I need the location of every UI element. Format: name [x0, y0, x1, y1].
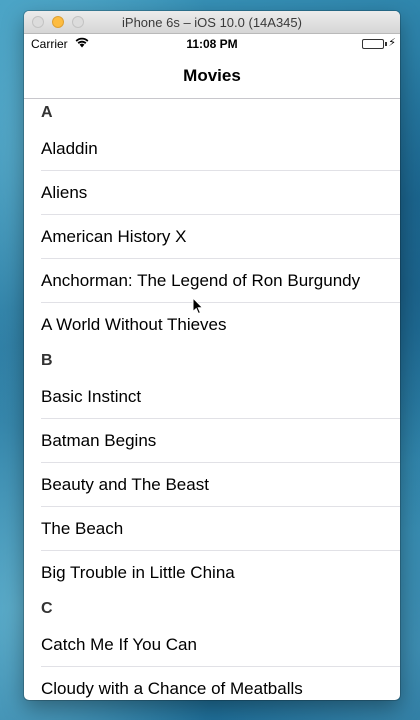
movies-table[interactable]: A Aladdin Aliens American History X Anch… — [24, 99, 400, 700]
section-header-a: A — [41, 104, 53, 121]
list-item-label: Aliens — [41, 183, 88, 202]
list-item-label: Batman Begins — [41, 431, 157, 450]
list-item-label: The Beach — [41, 519, 124, 538]
list-item[interactable]: Cloudy with a Chance of Meatballs — [24, 667, 400, 700]
list-item[interactable]: Aliens — [24, 171, 400, 215]
window-titlebar[interactable]: iPhone 6s – iOS 10.0 (14A345) — [24, 11, 400, 34]
list-item[interactable]: Aladdin — [24, 127, 400, 171]
charging-bolt-icon: ⚡ — [388, 37, 396, 49]
list-item[interactable]: A World Without Thieves — [24, 303, 400, 347]
battery-tip — [385, 42, 387, 46]
status-bar: Carrier 11:08 PM ⚡ — [24, 34, 400, 54]
list-item[interactable]: Basic Instinct — [24, 375, 400, 419]
list-item-label: Cloudy with a Chance of Meatballs — [41, 679, 303, 698]
list-item[interactable]: Catch Me If You Can — [24, 623, 400, 667]
list-item-label: Anchorman: The Legend of Ron Burgundy — [41, 271, 361, 290]
simulator-window: iPhone 6s – iOS 10.0 (14A345) Carrier 11… — [24, 11, 400, 700]
list-item-label: Aladdin — [41, 139, 98, 158]
mouse-cursor-icon — [192, 296, 204, 320]
list-item[interactable]: Beauty and The Beast — [24, 463, 400, 507]
list-item-label: Beauty and The Beast — [41, 475, 209, 494]
battery-icon — [362, 39, 384, 49]
list-item[interactable]: Big Trouble in Little China — [24, 551, 400, 595]
window-title: iPhone 6s – iOS 10.0 (14A345) — [122, 15, 302, 30]
list-item-label: Big Trouble in Little China — [41, 563, 235, 582]
section-header-b: B — [41, 352, 53, 369]
list-item[interactable]: Batman Begins — [24, 419, 400, 463]
navigation-bar: Movies — [24, 54, 400, 99]
page-title: Movies — [183, 66, 241, 85]
list-item-label: Basic Instinct — [41, 387, 142, 406]
list-item[interactable]: The Beach — [24, 507, 400, 551]
list-item-label: American History X — [41, 227, 187, 246]
status-time: 11:08 PM — [186, 37, 238, 51]
section-header-c: C — [41, 600, 53, 617]
list-item-label: Catch Me If You Can — [41, 635, 197, 654]
list-item[interactable]: Anchorman: The Legend of Ron Burgundy — [24, 259, 400, 303]
list-item[interactable]: American History X — [24, 215, 400, 259]
